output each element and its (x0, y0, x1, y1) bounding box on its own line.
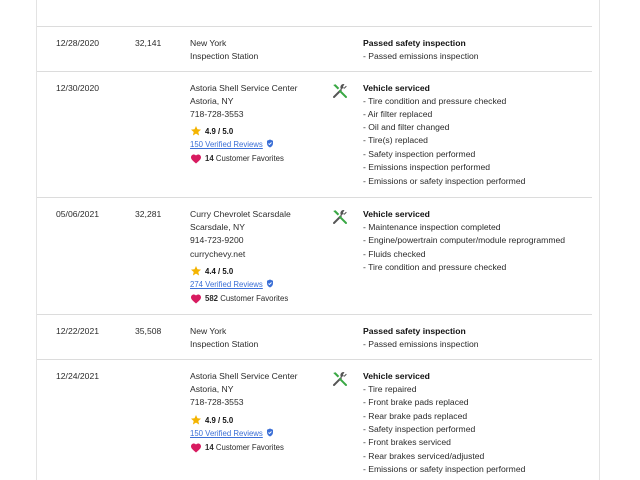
detail-item: - Emissions or safety inspection perform… (363, 176, 526, 186)
left-border (36, 0, 37, 480)
tools-icon (333, 371, 347, 386)
reviews-line: 150 Verified Reviews (190, 138, 274, 152)
detail-item: - Rear brakes serviced/adjusted (363, 451, 485, 461)
detail-item: - Front brakes serviced (363, 437, 451, 447)
shop-name: Astoria Shell Service Center (190, 83, 298, 93)
service-date: 12/22/2021 (56, 326, 100, 336)
shop-line: Inspection Station (190, 339, 259, 349)
verified-shield-icon (266, 428, 273, 437)
reviews-link[interactable]: 150 Verified Reviews (190, 140, 263, 149)
shop-name: New York (190, 38, 227, 48)
row-divider (37, 71, 592, 72)
detail-item: - Safety inspection performed (363, 424, 476, 434)
favorites-count: 582 (205, 294, 219, 303)
favorites: 14 Customer Favorites (205, 441, 284, 455)
rating-value: 4.4 / 5.0 (205, 267, 234, 276)
shop-city: Astoria, NY (190, 96, 234, 106)
tools-icon (333, 209, 347, 224)
shop-website[interactable]: currychevy.net (190, 248, 245, 262)
heart-icon (191, 154, 201, 164)
record-summary: Passed safety inspection (363, 326, 466, 336)
reviews-link[interactable]: 274 Verified Reviews (190, 280, 263, 289)
reviews-line: 150 Verified Reviews (190, 427, 274, 441)
record-summary: Vehicle serviced (363, 371, 430, 381)
favorites-count: 14 (205, 154, 214, 163)
service-date: 05/06/2021 (56, 209, 100, 219)
favorites-count: 14 (205, 443, 214, 452)
star-icon (191, 266, 201, 276)
tools-icon (333, 83, 347, 98)
row-divider (37, 26, 592, 27)
detail-item: - Tire repaired (363, 384, 417, 394)
shop-phone[interactable]: 914-723-9200 (190, 234, 244, 248)
shop-name: Astoria Shell Service Center (190, 371, 298, 381)
service-date: 12/28/2020 (56, 38, 100, 48)
record-summary: Vehicle serviced (363, 209, 430, 219)
favorites: 14 Customer Favorites (205, 152, 284, 166)
favorites: 582 Customer Favorites (205, 292, 288, 306)
detail-item: - Front brake pads replaced (363, 397, 469, 407)
detail-item: - Passed emissions inspection (363, 51, 479, 61)
detail-item: - Oil and filter changed (363, 122, 450, 132)
shop-city: Astoria, NY (190, 384, 234, 394)
favorites-label: Customer Favorites (220, 294, 289, 303)
rating-value: 4.9 / 5.0 (205, 416, 234, 425)
service-date: 12/24/2021 (56, 371, 100, 381)
detail-item: - Engine/powertrain computer/module repr… (363, 235, 566, 245)
heart-icon (191, 443, 201, 453)
detail-item: - Emissions or safety inspection perform… (363, 464, 526, 474)
detail-item: - Rear brake pads replaced (363, 411, 468, 421)
service-date: 12/30/2020 (56, 83, 100, 93)
detail-item: - Passed emissions inspection (363, 339, 479, 349)
detail-item: - Tire condition and pressure checked (363, 96, 507, 106)
detail-item: - Tire(s) replaced (363, 135, 428, 145)
shop-phone[interactable]: 718-728-3553 (190, 396, 244, 410)
shop-city: Scarsdale, NY (190, 222, 245, 232)
favorites-label: Customer Favorites (215, 443, 284, 452)
detail-item: - Safety inspection performed (363, 149, 476, 159)
reviews-link[interactable]: 150 Verified Reviews (190, 429, 263, 438)
record-summary: Passed safety inspection (363, 38, 466, 48)
row-divider (37, 197, 592, 198)
right-border (599, 0, 600, 480)
mileage: 35,508 (135, 326, 162, 336)
record-summary: Vehicle serviced (363, 83, 430, 93)
detail-item: - Emissions inspection performed (363, 162, 491, 172)
mileage: 32,141 (135, 38, 162, 48)
detail-item: - Fluids checked (363, 249, 426, 259)
verified-shield-icon (266, 139, 273, 148)
verified-shield-icon (266, 279, 273, 288)
heart-icon (191, 294, 201, 304)
detail-item: - Maintenance inspection completed (363, 222, 501, 232)
detail-item: - Air filter replaced (363, 109, 433, 119)
mileage: 32,281 (135, 209, 162, 219)
shop-name: New York (190, 326, 227, 336)
reviews-line: 274 Verified Reviews (190, 278, 274, 292)
rating-value: 4.9 / 5.0 (205, 127, 234, 136)
shop-phone[interactable]: 718-728-3553 (190, 108, 244, 122)
favorites-label: Customer Favorites (215, 154, 284, 163)
row-divider (37, 314, 592, 315)
star-icon (191, 126, 201, 136)
shop-name: Curry Chevrolet Scarsdale (190, 209, 291, 219)
star-icon (191, 415, 201, 425)
row-divider (37, 359, 592, 360)
shop-line: Inspection Station (190, 51, 259, 61)
detail-item: - Tire condition and pressure checked (363, 262, 507, 272)
